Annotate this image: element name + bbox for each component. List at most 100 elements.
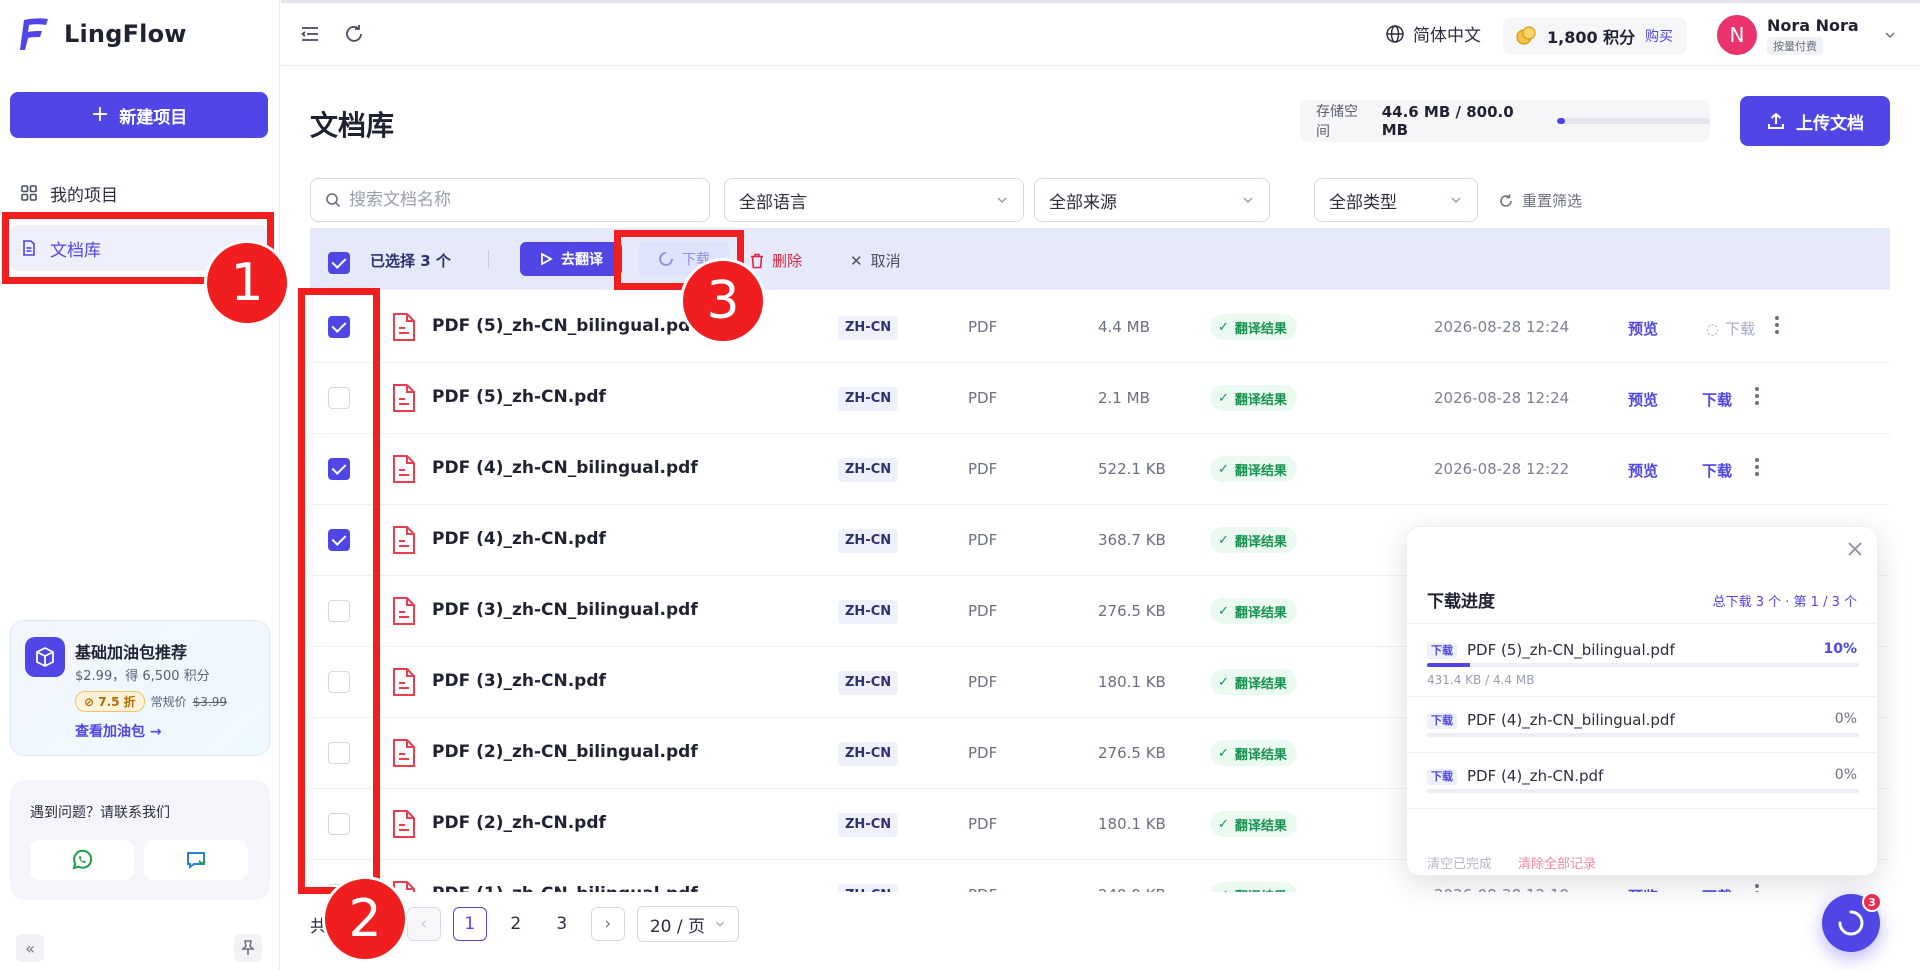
check-icon: ✓ — [1218, 390, 1229, 406]
preview-link[interactable]: 预览 — [1628, 389, 1658, 410]
status-text: 翻译结果 — [1234, 605, 1287, 621]
preview-link[interactable]: 预览 — [1628, 460, 1658, 481]
plus-icon: + — [90, 102, 110, 127]
source-filter-select[interactable]: 全部来源 — [1034, 178, 1270, 222]
search-icon — [326, 193, 341, 208]
language-switcher[interactable]: 简体中文 — [1385, 21, 1481, 46]
table-row[interactable]: PDF (4)_zh-CN_bilingual.pdf ZH-CN PDF 522.1… — [310, 434, 1890, 505]
select-all-checkbox[interactable] — [328, 252, 350, 274]
promo-card: 基础加油包推荐 $2.99，得 6,500 积分 ⊘ 7.5 折 常规价 $3.… — [10, 620, 270, 756]
close-icon[interactable] — [1845, 539, 1865, 559]
upload-icon — [1768, 112, 1784, 129]
storage-label: 存储空间 — [1316, 104, 1358, 140]
user-menu[interactable]: N Nora Nora 按量付费 — [1717, 15, 1897, 55]
file-type: PDF — [968, 815, 998, 833]
updated-date: 2026-08-28 12:24 — [1434, 318, 1570, 336]
preview-link[interactable]: 预览 — [1628, 886, 1658, 892]
table-row[interactable]: PDF (5)_zh-CN_bilingual.pdf ZH-CN PDF 4.4 M… — [310, 292, 1890, 363]
file-size: 368.7 KB — [1098, 531, 1166, 549]
view-packages-link[interactable]: 查看加油包 → — [75, 721, 162, 741]
clear-completed-button[interactable]: 清空已完成 — [1427, 853, 1492, 872]
chat-support-button[interactable] — [144, 840, 248, 880]
cancel-selection-label: 取消 — [870, 252, 901, 270]
pdf-file-icon — [393, 739, 415, 767]
divider — [488, 250, 489, 268]
whatsapp-button[interactable] — [30, 840, 134, 880]
download-link[interactable]: 下载 — [1702, 389, 1732, 410]
page-title: 文档库 — [310, 109, 395, 142]
download-panel-title: 下载进度 — [1427, 592, 1495, 612]
globe-icon — [1386, 24, 1404, 43]
more-options-icon[interactable] — [1754, 385, 1760, 407]
download-link[interactable]: 下载 — [1702, 886, 1732, 892]
cancel-selection-button[interactable]: ✕ 取消 — [850, 250, 901, 271]
storage-progress-fill — [1556, 118, 1566, 124]
bulk-translate-button[interactable]: 去翻译 — [520, 242, 622, 276]
file-size: 180.1 KB — [1098, 815, 1166, 833]
reset-filters-button[interactable]: 重置筛选 — [1498, 190, 1582, 211]
download-link[interactable]: ◌ 下载 — [1706, 318, 1755, 339]
more-options-icon[interactable] — [1754, 882, 1760, 892]
upload-document-button[interactable]: 上传文档 — [1740, 96, 1890, 146]
prev-page-button[interactable]: ‹ — [406, 907, 441, 941]
user-info: Nora Nora 按量付费 — [1767, 16, 1859, 55]
play-icon — [541, 252, 553, 266]
type-filter-select[interactable]: 全部类型 — [1314, 178, 1478, 222]
download-file-name: PDF (4)_zh-CN_bilingual.pdf — [1467, 711, 1675, 729]
language-filter-select[interactable]: 全部语言 — [724, 178, 1024, 222]
file-name: PDF (3)_zh-CN.pdf — [432, 671, 606, 691]
package-icon — [25, 637, 65, 677]
clear-all-records-button[interactable]: 清除全部记录 — [1518, 853, 1596, 872]
chevron-down-icon — [1885, 32, 1895, 39]
search-input[interactable] — [349, 190, 689, 210]
download-tag: 下载 — [1427, 769, 1457, 785]
menu-collapse-icon[interactable] — [299, 23, 321, 45]
close-icon: ✕ — [850, 251, 863, 270]
page-button[interactable]: 1 — [452, 907, 487, 941]
lingflow-logo-icon — [20, 18, 48, 50]
download-file-name: PDF (4)_zh-CN.pdf — [1467, 767, 1604, 785]
more-options-icon[interactable] — [1754, 456, 1760, 478]
download-queue-fab[interactable]: 3 — [1822, 892, 1882, 952]
file-size: 180.1 KB — [1098, 673, 1166, 691]
search-box[interactable] — [310, 178, 710, 222]
step-marker: 1 — [204, 240, 290, 326]
pin-button[interactable] — [234, 934, 262, 962]
page-button[interactable]: 2 — [499, 907, 533, 941]
chevron-down-icon — [715, 921, 724, 927]
page-size-select[interactable]: 20 / 页 — [636, 906, 739, 942]
loading-spinner-icon: ◌ — [1706, 319, 1720, 338]
sidebar-item-my-projects[interactable]: 我的项目 — [10, 170, 268, 216]
bulk-delete-button[interactable]: 删除 — [750, 250, 802, 271]
file-name: PDF (2)_zh-CN.pdf — [432, 813, 606, 833]
language-tag: ZH-CN — [838, 671, 899, 695]
source-filter-value: 全部来源 — [1049, 192, 1117, 213]
updated-date: 2026-08-28 12:22 — [1434, 460, 1570, 478]
table-row[interactable]: PDF (5)_zh-CN.pdf ZH-CN PDF 2.1 MB ✓ 翻译结果 2026… — [310, 363, 1890, 434]
file-size: 276.5 KB — [1098, 602, 1166, 620]
new-project-button[interactable]: + 新建项目 — [10, 92, 268, 138]
download-percent: 10% — [1823, 641, 1857, 657]
refresh-icon[interactable] — [343, 23, 365, 45]
reset-filters-label: 重置筛选 — [1522, 192, 1583, 210]
file-type: PDF — [968, 886, 997, 892]
next-page-button[interactable]: › — [590, 907, 625, 941]
preview-link[interactable]: 预览 — [1628, 318, 1658, 339]
status-text: 翻译结果 — [1234, 747, 1287, 763]
user-name: Nora Nora — [1767, 15, 1859, 35]
download-progress-fill — [1427, 663, 1471, 667]
bulk-delete-label: 删除 — [772, 252, 803, 270]
buy-credits-link[interactable]: 购买 — [1645, 26, 1673, 46]
download-percent: 0% — [1834, 767, 1857, 783]
brand[interactable]: LingFlow — [20, 16, 187, 52]
upload-label: 上传文档 — [1796, 113, 1864, 134]
more-options-icon[interactable] — [1774, 314, 1780, 336]
collapse-sidebar-button[interactable]: « — [16, 934, 44, 962]
download-tag: 下载 — [1427, 643, 1457, 659]
regular-price-label: 常规价 — [150, 695, 187, 709]
page-button[interactable]: 3 — [545, 907, 579, 941]
download-link[interactable]: 下载 — [1702, 460, 1732, 481]
status-text: 翻译结果 — [1234, 534, 1287, 550]
credits-box: 1,800 积分 购买 — [1503, 17, 1687, 55]
bulk-translate-label: 去翻译 — [561, 252, 603, 268]
